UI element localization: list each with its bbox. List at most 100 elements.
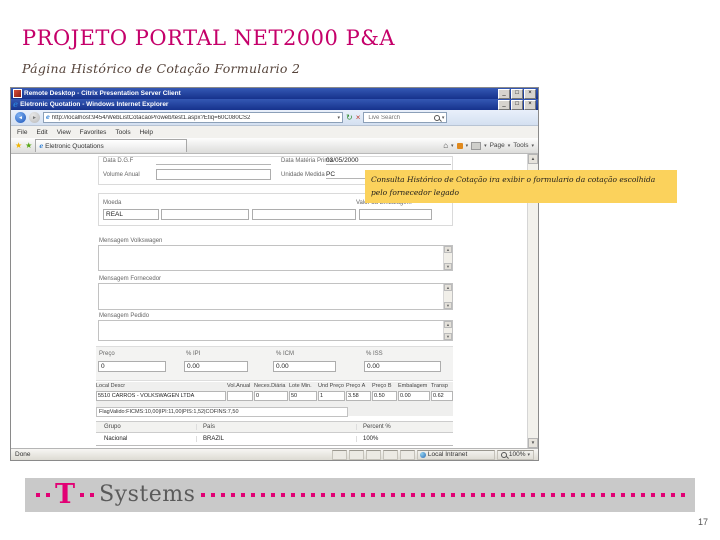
tab-favicon: e [39,142,44,150]
print-icon[interactable] [471,141,482,150]
page-dropdown-icon[interactable]: ▾ [508,143,511,149]
group-table: Grupo País Percent % Nacional BRAZIL 100… [96,421,453,446]
add-favorite-icon[interactable]: ★ [25,141,32,150]
unidade-medida-label: Unidade Medida [281,172,325,178]
address-dropdown-icon[interactable]: ▾ [337,115,340,121]
scroll-down-icon[interactable]: ▼ [528,438,538,448]
outer-titlebar[interactable]: Remote Desktop - Citrix Presentation Ser… [11,88,538,99]
ie-titlebar[interactable]: e Eletronic Quotation - Windows Internet… [11,99,538,110]
mensagem-pedido-textarea[interactable]: ▲ ▼ [98,320,453,341]
outer-title: Remote Desktop - Citrix Presentation Ser… [24,90,181,97]
logo-bar: T Systems [25,478,695,512]
status-pane [365,449,381,460]
security-zone: Local Intranet [416,449,495,460]
mensagem-fornecedor-textarea[interactable]: ▲ ▼ [98,283,453,310]
back-button[interactable]: ◄ [15,112,26,123]
zoom-icon [500,451,507,458]
status-pane [399,449,415,460]
restore-button[interactable]: □ [511,88,523,99]
zoom-dropdown-icon[interactable]: ▾ [527,452,530,458]
ie-title: Eletronic Quotation - Windows Internet E… [20,101,169,108]
feeds-icon[interactable] [456,142,463,149]
logo-dot [80,493,85,497]
volume-anual-label: Volume Anual [103,172,140,178]
forward-button[interactable]: ► [29,112,40,123]
remote-desktop-window: Remote Desktop - Citrix Presentation Ser… [10,87,539,461]
scroll-up-icon[interactable]: ▲ [444,284,452,291]
data-materia-input[interactable] [326,156,451,165]
home-dropdown-icon[interactable]: ▾ [451,143,454,149]
search-icon[interactable] [433,114,440,121]
logo-dot [90,493,95,497]
icm-input[interactable]: 0.00 [273,361,336,372]
menu-tools[interactable]: Tools [115,129,130,136]
home-icon[interactable]: ⌂ [443,141,448,150]
col-percent: Percent % [356,424,453,430]
status-pane [331,449,347,460]
ie-restore-button[interactable]: □ [511,99,523,110]
t-systems-t-logo: T [55,479,76,510]
tools-dropdown-icon[interactable]: ▾ [531,143,534,149]
ie-minimize-button[interactable]: _ [498,99,510,110]
tab-label: Eletronic Quotations [45,142,104,150]
scroll-down-icon[interactable]: ▼ [444,263,452,270]
search-input[interactable] [366,113,432,122]
minimize-button[interactable]: _ [498,88,510,99]
iss-label: % ISS [366,351,383,357]
ie-icon: e [13,99,19,109]
search-box[interactable]: ▾ [363,112,448,123]
preco-input[interactable]: 0 [98,361,166,372]
scroll-up-icon[interactable]: ▲ [444,321,452,328]
volume-anual-input[interactable] [156,169,271,180]
group-table-row[interactable]: Nacional BRAZIL 100% [96,433,453,446]
col-grupo: Grupo [104,424,121,430]
menu-help[interactable]: Help [140,129,153,136]
menu-favorites[interactable]: Favorites [80,129,107,136]
refresh-icon[interactable]: ↻ [346,113,353,122]
annotation-callout: Consulta Histórico de Cotação ira exibir… [365,170,677,203]
search-dropdown-icon[interactable]: ▾ [442,115,445,121]
menu-view[interactable]: View [57,129,71,136]
valor-embalagem-input[interactable] [359,209,432,220]
logo-dot [46,493,50,497]
address-field[interactable]: e http://localhost:9454/WebListCotacaoPr… [43,112,343,123]
moeda-input-2[interactable] [161,209,249,220]
page-number: 17 [697,517,708,527]
tab-eletronic-quotations[interactable]: e Eletronic Quotations [35,139,188,152]
quote-table-row[interactable]: 5510 CARROS - VOLKSWAGEN LTDA 0 50 1 3.5… [96,391,453,401]
flag-valido-field: FlagValido:FICMS:10,00|IPI:11,00|PIS:1,5… [96,407,348,417]
price-section: Preço % IPI % ICM % ISS 0 0.00 0.00 0.00 [96,346,453,381]
slide: PROJETO PORTAL NET2000 P&A Página Histór… [0,0,720,540]
col-lote-min: Lote Min. [289,383,312,389]
ipi-input[interactable]: 0.00 [184,361,248,372]
scroll-up-icon[interactable]: ▲ [444,246,452,253]
moeda-input-3[interactable] [252,209,356,220]
mensagem-volkswagen-textarea[interactable]: ▲ ▼ [98,245,453,271]
mensagem-pedido-label: Mensagem Pedido [99,313,150,319]
address-url: http://localhost:9454/WebListCotacaoProw… [51,114,251,121]
menu-edit[interactable]: Edit [36,129,47,136]
globe-icon [419,451,426,458]
close-button[interactable]: × [524,88,536,99]
feeds-dropdown-icon[interactable]: ▾ [466,143,469,149]
logo-dot [36,493,40,497]
favorites-star-icon[interactable]: ★ [15,141,22,150]
data-dgf-input[interactable] [156,156,271,165]
page-menu-button[interactable]: Page [490,142,505,149]
tab-bar: ★ ★ e Eletronic Quotations ⌂ ▾ ▾ ▾ Page … [11,138,538,154]
scroll-down-icon[interactable]: ▼ [444,302,452,309]
iss-input[interactable]: 0.00 [364,361,441,372]
remote-desktop-icon [13,89,22,98]
print-dropdown-icon[interactable]: ▾ [484,143,487,149]
menu-file[interactable]: File [17,129,27,136]
zoom-control[interactable]: 100% ▾ [496,449,534,460]
tools-menu-button[interactable]: Tools [513,142,528,149]
ie-close-button[interactable]: × [524,99,536,110]
moeda-input[interactable]: REAL [103,209,159,220]
col-embalagem: Embalagem [398,383,428,389]
scroll-up-icon[interactable]: ▲ [528,154,538,164]
scroll-down-icon[interactable]: ▼ [444,333,452,340]
stop-icon[interactable]: × [356,113,361,122]
logo-dot-strip [201,493,687,497]
data-materia-label: Data Matéria Prima [281,158,333,164]
